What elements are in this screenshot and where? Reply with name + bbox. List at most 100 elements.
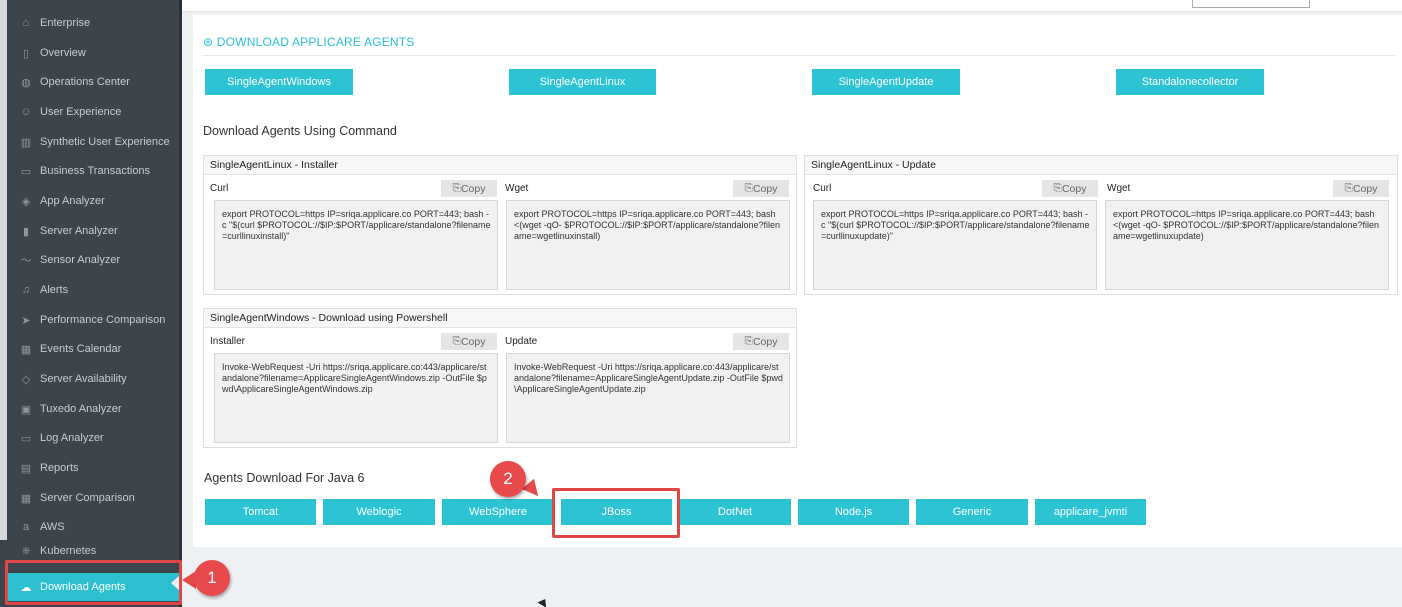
wget-install-command[interactable]: export PROTOCOL=https IP=sriqa.applicare… <box>506 200 790 290</box>
java6-heading: Agents Download For Java 6 <box>204 471 365 485</box>
curl-install-command[interactable]: export PROTOCOL=https IP=sriqa.applicare… <box>214 200 498 290</box>
briefcase-icon: ▣ <box>20 403 32 416</box>
sidebar-item-label: Kubernetes <box>40 545 97 557</box>
sidebar-item-operations-center[interactable]: ◍ Operations Center <box>7 68 179 96</box>
step1-badge: 1 <box>194 560 230 596</box>
sidebar-item-business-transactions[interactable]: ▭ Business Transactions <box>7 157 179 185</box>
sidebar-item-performance-comparison[interactable]: ➤ Performance Comparison <box>7 306 179 334</box>
dotnet-button[interactable]: DotNet <box>679 499 791 525</box>
update-label: Update <box>505 333 538 350</box>
sidebar-item-label: App Analyzer <box>40 195 105 207</box>
user-icon: ☺ <box>20 106 32 118</box>
home-icon: ⌂ <box>22 17 30 29</box>
section-title: ⊛ DOWNLOAD APPLICARE AGENTS <box>203 35 415 49</box>
websphere-button[interactable]: WebSphere <box>442 499 554 525</box>
mouse-cursor-icon <box>537 596 550 607</box>
sidebar-item-enterprise[interactable]: ⌂ Enterprise <box>7 9 179 37</box>
sidebar-item-label: Alerts <box>40 284 69 296</box>
wget-label: Wget <box>1107 180 1131 197</box>
sidebar-item-aws[interactable]: a AWS <box>7 513 179 541</box>
sidebar-item-label: Server Comparison <box>40 492 135 504</box>
box-title: SingleAgentWindows - Download using Powe… <box>204 309 796 328</box>
step2-highlight <box>552 488 680 538</box>
sidebar: ⌂ Enterprise ▯ Overview ◍ Operations Center… <box>0 0 182 607</box>
tomcat-button[interactable]: Tomcat <box>205 499 316 525</box>
single-agent-update-button[interactable]: SingleAgentUpdate <box>812 69 960 95</box>
sidebar-item-reports[interactable]: ▤ Reports <box>7 454 179 482</box>
sidebar-item-server-analyzer[interactable]: ▮ Server Analyzer <box>7 217 179 245</box>
top-select[interactable] <box>1192 0 1310 8</box>
wget-label: Wget <box>505 180 529 197</box>
report-icon: ▤ <box>20 462 32 475</box>
sidebar-item-kubernetes[interactable]: ⎈ Kubernetes <box>7 543 179 559</box>
sidebar-item-server-availability[interactable]: ◇ Server Availability <box>7 365 179 393</box>
copy-icon: ⎘ <box>452 335 461 347</box>
sidebar-edge-strip <box>0 0 7 540</box>
sidebar-item-overview[interactable]: ▯ Overview <box>7 39 179 67</box>
curl-update-command[interactable]: export PROTOCOL=https IP=sriqa.applicare… <box>813 200 1097 290</box>
box-title: SingleAgentLinux - Installer <box>204 156 796 175</box>
sidebar-item-label: Log Analyzer <box>40 432 104 444</box>
curl-label: Curl <box>210 180 229 197</box>
divider <box>203 55 1395 56</box>
powershell-install-command[interactable]: Invoke-WebRequest -Uri https://sriqa.app… <box>214 353 498 443</box>
sidebar-item-label: Enterprise <box>40 17 91 29</box>
sidebar-item-events-calendar[interactable]: ▦ Events Calendar <box>7 335 179 363</box>
copy-button[interactable]: ⎘ Copy <box>441 180 497 197</box>
copy-button[interactable]: ⎘ Copy <box>1333 180 1389 197</box>
sidebar-item-label: Operations Center <box>40 76 130 88</box>
weblogic-button[interactable]: Weblogic <box>323 499 435 525</box>
copy-icon: ⎘ <box>744 182 753 194</box>
linux-installer-box: SingleAgentLinux - Installer Curl ⎘ Copy… <box>203 155 797 295</box>
standalone-collector-button[interactable]: Standalonecollector <box>1116 69 1264 95</box>
sidebar-item-log-analyzer[interactable]: ▭ Log Analyzer <box>7 424 179 452</box>
send-icon: ➤ <box>21 314 31 327</box>
sidebar-item-server-comparison[interactable]: ▦ Server Comparison <box>7 484 179 512</box>
sidebar-item-label: Events Calendar <box>40 343 122 355</box>
wave-icon: 〜 <box>20 255 32 267</box>
copy-icon: ⎘ <box>1344 182 1353 194</box>
sidebar-item-app-analyzer[interactable]: ◈ App Analyzer <box>7 187 179 215</box>
box-title: SingleAgentLinux - Update <box>805 156 1397 175</box>
command-heading: Download Agents Using Command <box>203 124 397 138</box>
step2-badge: 2 <box>490 461 526 497</box>
download-circle-icon: ⊛ <box>203 35 217 49</box>
nodejs-button[interactable]: Node.js <box>798 499 909 525</box>
copy-button[interactable]: ⎘ Copy <box>733 333 789 350</box>
sidebar-item-synthetic-user-experience[interactable]: ▥ Synthetic User Experience <box>7 128 179 156</box>
sidebar-item-sensor-analyzer[interactable]: 〜 Sensor Analyzer <box>7 246 179 274</box>
linux-update-box: SingleAgentLinux - Update Curl ⎘ Copy ex… <box>804 155 1398 295</box>
sidebar-item-label: Reports <box>40 462 79 474</box>
sidebar-item-label: Overview <box>40 47 86 59</box>
wget-update-command[interactable]: export PROTOCOL=https IP=sriqa.applicare… <box>1105 200 1389 290</box>
sidebar-item-label: Tuxedo Analyzer <box>40 403 122 415</box>
single-agent-linux-button[interactable]: SingleAgentLinux <box>509 69 656 95</box>
copy-button[interactable]: ⎘ Copy <box>1042 180 1098 197</box>
sidebar-item-label: Server Analyzer <box>40 225 118 237</box>
download-agents-panel: ⊛ DOWNLOAD APPLICARE AGENTS SingleAgentW… <box>193 15 1402 547</box>
applicare-jvmti-button[interactable]: applicare_jvmti <box>1035 499 1146 525</box>
generic-button[interactable]: Generic <box>916 499 1028 525</box>
copy-icon: ⎘ <box>744 335 753 347</box>
copy-icon: ⎘ <box>452 182 461 194</box>
windows-powershell-box: SingleAgentWindows - Download using Powe… <box>203 308 797 448</box>
sidebar-item-label: Performance Comparison <box>40 314 166 326</box>
single-agent-windows-button[interactable]: SingleAgentWindows <box>205 69 353 95</box>
bar-chart-icon: ▮ <box>22 225 30 238</box>
aws-icon: a <box>22 521 30 533</box>
globe-icon: ◍ <box>21 76 31 89</box>
sidebar-item-user-experience[interactable]: ☺ User Experience <box>7 98 179 126</box>
tag-icon: ◇ <box>21 373 31 386</box>
folder-icon: ▭ <box>20 165 32 178</box>
calendar-icon: ▦ <box>20 343 32 356</box>
copy-button[interactable]: ⎘ Copy <box>441 333 497 350</box>
powershell-update-command[interactable]: Invoke-WebRequest -Uri https://sriqa.app… <box>506 353 790 443</box>
sidebar-item-label: AWS <box>40 521 65 533</box>
copy-button[interactable]: ⎘ Copy <box>733 180 789 197</box>
sidebar-item-label: Server Availability <box>40 373 127 385</box>
sidebar-item-tuxedo-analyzer[interactable]: ▣ Tuxedo Analyzer <box>7 395 179 423</box>
sidebar-item-label: Synthetic User Experience <box>40 136 170 148</box>
sidebar-item-alerts[interactable]: ♫ Alerts <box>7 276 179 304</box>
sidebar-item-label: Business Transactions <box>40 165 151 177</box>
columns-icon: ▥ <box>20 136 32 149</box>
